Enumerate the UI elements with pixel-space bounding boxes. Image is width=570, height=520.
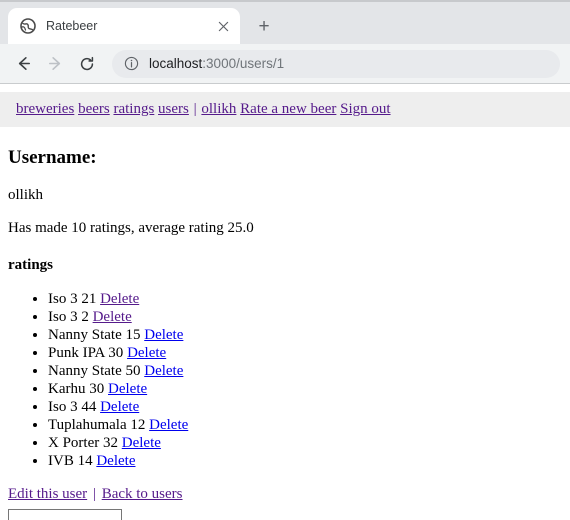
rating-label: Punk IPA 30: [48, 344, 124, 361]
delete-rating-link[interactable]: Delete: [144, 363, 183, 379]
delete-rating-link[interactable]: Delete: [100, 291, 139, 307]
nav-link-beers[interactable]: beers: [78, 101, 110, 117]
list-item: Punk IPA 30 Delete: [48, 344, 562, 362]
info-circle-icon[interactable]: [124, 56, 139, 71]
arrow-right-icon[interactable]: [42, 51, 68, 77]
rating-label: Tuplahumala 12: [48, 416, 146, 433]
rating-label: Karhu 30: [48, 380, 105, 397]
ratings-list: Iso 3 21 DeleteIso 3 2 DeleteNanny State…: [8, 290, 562, 470]
delete-rating-link[interactable]: Delete: [127, 345, 166, 361]
url-host: localhost: [149, 56, 203, 71]
new-tab-button[interactable]: +: [250, 12, 278, 40]
back-to-users-link[interactable]: Back to users: [102, 486, 183, 502]
rating-label: X Porter 32: [48, 434, 118, 451]
browser-toolbar: localhost:3000/users/1: [0, 44, 570, 84]
browser-window: Ratebeer + localhost:3000/users/1 brewer…: [0, 0, 570, 520]
nav-separator: |: [193, 101, 197, 117]
delete-rating-link[interactable]: Delete: [144, 327, 183, 343]
nav-link-current-user[interactable]: ollikh: [201, 101, 236, 117]
delete-rating-link[interactable]: Delete: [149, 417, 188, 433]
nav-link-users[interactable]: users: [158, 101, 189, 117]
page-title: Username:: [8, 146, 97, 168]
nav-link-breweries[interactable]: breweries: [16, 101, 74, 117]
rating-label: IVB 14: [48, 452, 93, 469]
delete-rating-link[interactable]: Delete: [122, 435, 161, 451]
rating-label: Iso 3 44: [48, 398, 97, 415]
tab-title: Ratebeer: [46, 19, 98, 33]
list-item: Nanny State 50 Delete: [48, 362, 562, 380]
list-item: Iso 3 2 Delete: [48, 308, 562, 326]
close-icon[interactable]: [214, 17, 232, 35]
nav-link-ratings[interactable]: ratings: [113, 101, 154, 117]
arrow-left-icon[interactable]: [10, 51, 36, 77]
rating-label: Iso 3 2: [48, 308, 89, 325]
rating-label: Nanny State 50: [48, 362, 141, 379]
page-content: Username: ollikh Has made 10 ratings, av…: [0, 147, 570, 520]
tab-strip: Ratebeer +: [0, 0, 570, 44]
site-navigation: breweries beers ratings users | ollikh R…: [0, 92, 570, 127]
url-path: :3000/users/1: [202, 56, 285, 71]
reload-icon[interactable]: [74, 51, 100, 77]
browser-tab-ratebeer[interactable]: Ratebeer: [8, 8, 240, 44]
globe-icon: [20, 18, 36, 34]
username-value: ollikh: [8, 186, 44, 203]
delete-rating-link[interactable]: Delete: [96, 453, 135, 469]
bottom-text-input[interactable]: [8, 508, 122, 520]
nav-link-sign-out[interactable]: Sign out: [340, 101, 390, 117]
list-item: X Porter 32 Delete: [48, 434, 562, 452]
delete-rating-link[interactable]: Delete: [93, 309, 132, 325]
rating-label: Nanny State 15: [48, 326, 141, 343]
list-item: IVB 14 Delete: [48, 452, 562, 470]
address-bar[interactable]: localhost:3000/users/1: [112, 49, 560, 78]
list-item: Karhu 30 Delete: [48, 380, 562, 398]
footer-separator: |: [92, 485, 96, 502]
delete-rating-link[interactable]: Delete: [100, 399, 139, 415]
list-item: Iso 3 44 Delete: [48, 398, 562, 416]
nav-link-rate-new-beer[interactable]: Rate a new beer: [240, 101, 336, 117]
edit-user-link[interactable]: Edit this user: [8, 486, 87, 502]
delete-rating-link[interactable]: Delete: [108, 381, 147, 397]
ratings-summary: Has made 10 ratings, average rating 25.0: [8, 219, 254, 236]
list-item: Nanny State 15 Delete: [48, 326, 562, 344]
list-item: Tuplahumala 12 Delete: [48, 416, 562, 434]
list-item: Iso 3 21 Delete: [48, 290, 562, 308]
page-viewport: breweries beers ratings users | ollikh R…: [0, 84, 570, 520]
ratings-section-title: ratings: [8, 256, 53, 273]
address-bar-url: localhost:3000/users/1: [149, 56, 284, 71]
footer-links: Edit this user | Back to users: [8, 486, 562, 503]
rating-label: Iso 3 21: [48, 290, 97, 307]
